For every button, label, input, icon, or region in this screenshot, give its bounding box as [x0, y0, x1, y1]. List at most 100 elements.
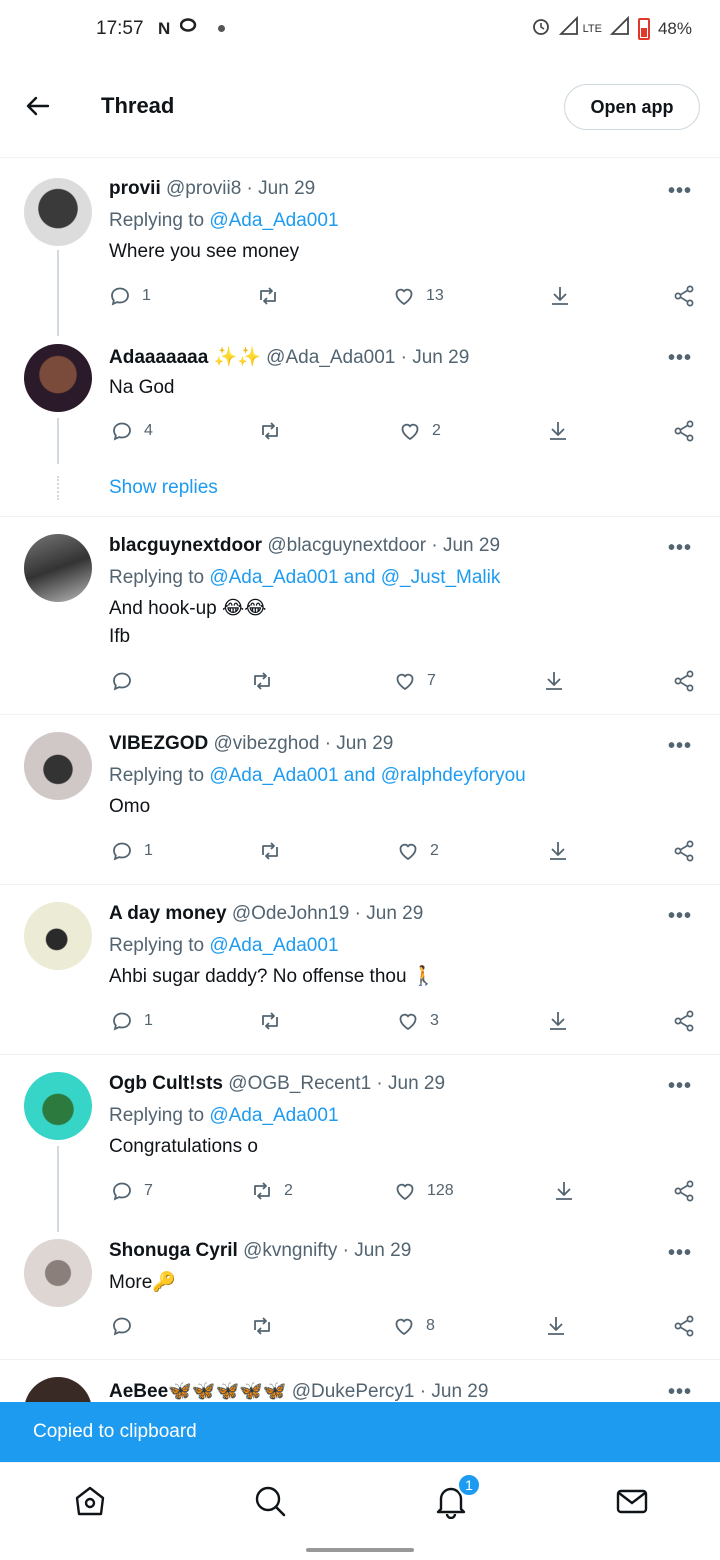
reply-button[interactable] [110, 669, 144, 693]
like-button[interactable]: 2 [398, 419, 441, 443]
search-icon[interactable] [252, 1483, 288, 1519]
reply-button[interactable]: 1 [108, 284, 151, 308]
avatar[interactable] [24, 534, 92, 602]
reply-icon [111, 287, 129, 306]
like-count: 2 [432, 422, 441, 439]
retweet-button[interactable] [256, 284, 290, 308]
more-icon[interactable]: ••• [668, 1075, 692, 1098]
tweet-header: Adaaaaaaa ✨✨ @Ada_Ada001 · Jun 29 [109, 345, 469, 369]
more-icon[interactable]: ••• [668, 1242, 692, 1265]
tweet-header: Shonuga Cyril @kvngnifty · Jun 29 [109, 1240, 411, 1262]
like-button[interactable]: 3 [396, 1009, 439, 1033]
share-button[interactable] [672, 284, 696, 308]
reply-count: 7 [144, 1182, 153, 1199]
share-button[interactable] [672, 669, 696, 693]
author-name[interactable]: Ogb Cult!sts [109, 1073, 223, 1094]
heart-icon [396, 673, 414, 691]
heart-icon [395, 288, 413, 306]
avatar[interactable] [24, 344, 92, 412]
retweet-button[interactable] [250, 1314, 284, 1338]
reply-button[interactable]: 4 [110, 419, 153, 443]
reply-button[interactable] [110, 1314, 144, 1338]
share-button[interactable] [672, 1179, 696, 1203]
author-name[interactable]: Shonuga Cyril [109, 1240, 238, 1261]
like-button[interactable]: 128 [393, 1179, 454, 1203]
retweet-button[interactable] [258, 1009, 292, 1033]
replying-prefix: Replying to [109, 567, 210, 588]
home-icon[interactable] [72, 1483, 108, 1519]
n-icon: N [158, 18, 171, 38]
like-button[interactable]: 2 [396, 839, 439, 863]
page-title: Thread [101, 93, 175, 118]
mention-link[interactable]: @Ada_Ada001 [209, 210, 338, 231]
tweet-text: Ahbi sugar daddy? No offense thou 🚶 [109, 966, 436, 987]
mention-link[interactable]: @Ada_Ada001 [209, 1105, 338, 1126]
mention-link[interactable]: @Ada_Ada001 and @ralphdeyforyou [209, 765, 525, 786]
author-name[interactable]: AeBee🦋🦋🦋🦋🦋 [109, 1381, 286, 1402]
open-app-button[interactable]: Open app [564, 84, 700, 130]
share-button[interactable] [672, 839, 696, 863]
retweet-button[interactable] [258, 839, 292, 863]
share-button[interactable] [672, 1009, 696, 1033]
download-icon [550, 842, 566, 860]
back-arrow-icon[interactable] [22, 90, 54, 122]
like-button[interactable]: 7 [393, 669, 436, 693]
download-button[interactable] [544, 1314, 568, 1338]
like-button[interactable]: 13 [392, 284, 444, 308]
author-name[interactable]: Adaaaaaaa ✨✨ [109, 347, 261, 368]
avatar[interactable] [24, 1239, 92, 1307]
retweet-button[interactable]: 2 [250, 1179, 293, 1203]
replying-to: Replying to @Ada_Ada001 and @_Just_Malik [109, 567, 500, 589]
avatar[interactable] [24, 902, 92, 970]
more-icon[interactable]: ••• [668, 347, 692, 370]
share-button[interactable] [672, 1314, 696, 1338]
author-name[interactable]: provii [109, 178, 161, 199]
like-button[interactable]: 8 [392, 1314, 435, 1338]
reply-icon [113, 672, 131, 691]
reply-button[interactable]: 1 [110, 1009, 153, 1033]
retweet-icon [262, 1012, 278, 1030]
status-bar: 17:57 N LTE 48% [0, 0, 720, 60]
more-icon[interactable]: ••• [668, 1381, 692, 1404]
replying-prefix: Replying to [109, 935, 210, 956]
download-button[interactable] [546, 1009, 570, 1033]
retweet-count: 2 [284, 1182, 293, 1199]
author-name[interactable]: VIBEZGOD [109, 733, 208, 754]
download-icon [556, 1182, 572, 1200]
download-button[interactable] [546, 839, 570, 863]
tweet-text: Na God [109, 377, 175, 398]
retweet-button[interactable] [258, 419, 292, 443]
reply-icon [113, 842, 131, 861]
more-icon[interactable]: ••• [668, 180, 692, 203]
tweet-text: Omo [109, 796, 151, 817]
reply-button[interactable]: 7 [110, 1179, 153, 1203]
download-button[interactable] [552, 1179, 576, 1203]
author-meta: @vibezghod · Jun 29 [213, 733, 394, 754]
avatar[interactable] [24, 1072, 92, 1140]
author-name[interactable]: A day money [109, 903, 227, 924]
reply-count: 1 [144, 842, 153, 859]
chat-icon [180, 18, 198, 39]
download-button[interactable] [546, 419, 570, 443]
share-icon [674, 420, 694, 442]
mention-link[interactable]: @Ada_Ada001 [209, 935, 338, 956]
avatar[interactable] [24, 178, 92, 246]
retweet-button[interactable] [250, 669, 284, 693]
notifications-icon[interactable]: 1 [433, 1473, 481, 1520]
download-button[interactable] [542, 669, 566, 693]
tweet-header: Ogb Cult!sts @OGB_Recent1 · Jun 29 [109, 1073, 445, 1095]
mention-link[interactable]: @Ada_Ada001 and @_Just_Malik [209, 567, 500, 588]
author-name[interactable]: blacguynextdoor [109, 535, 262, 556]
more-icon[interactable]: ••• [668, 735, 692, 758]
download-button[interactable] [548, 284, 572, 308]
share-button[interactable] [672, 419, 696, 443]
more-icon[interactable]: ••• [668, 537, 692, 560]
share-icon [674, 1010, 694, 1032]
tweet-text: And hook-up 😂😂 [109, 598, 267, 619]
messages-icon[interactable] [614, 1483, 650, 1519]
more-icon[interactable]: ••• [668, 905, 692, 928]
show-replies-link[interactable]: Show replies [109, 477, 218, 499]
reply-button[interactable]: 1 [110, 839, 153, 863]
status-left-icons: N [158, 18, 226, 39]
avatar[interactable] [24, 732, 92, 800]
